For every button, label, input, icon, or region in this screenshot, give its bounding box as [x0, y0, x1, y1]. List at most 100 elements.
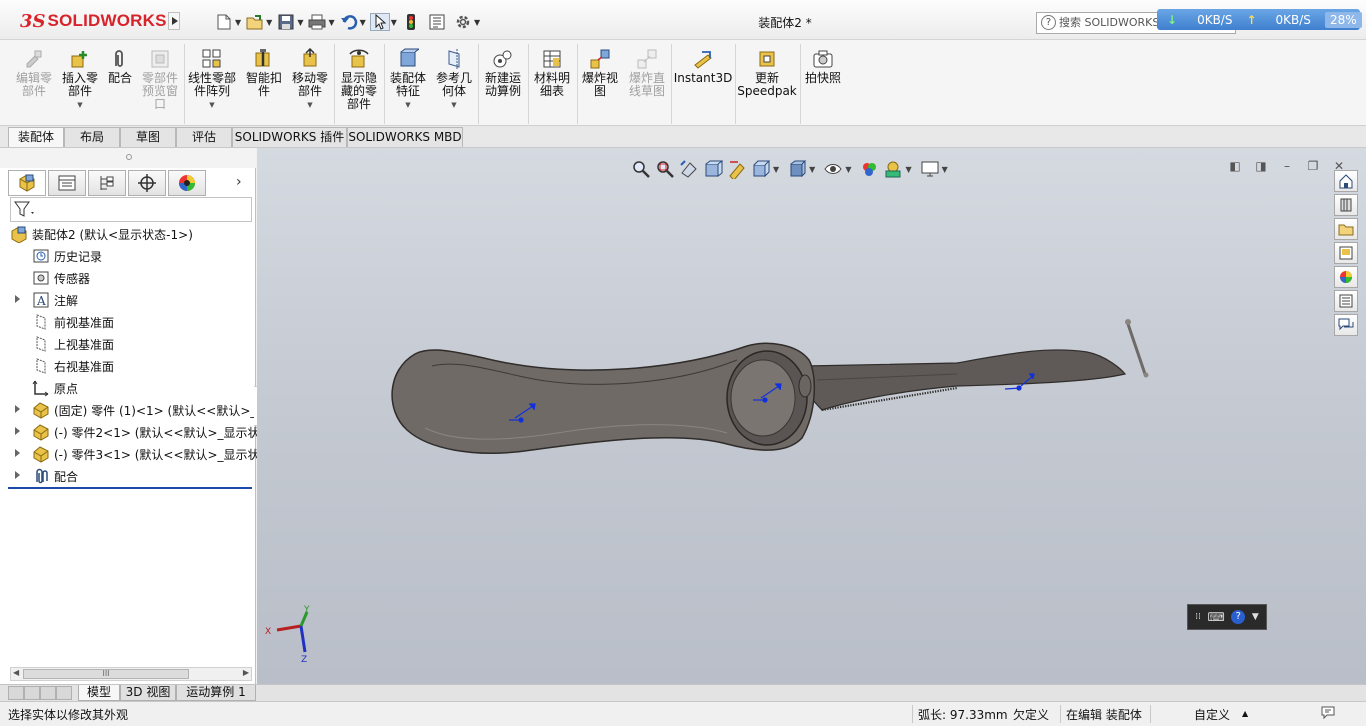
next-tab-icon[interactable] — [40, 686, 56, 700]
tree-item-right-plane[interactable]: 右视基准面 — [32, 356, 114, 376]
explode-line-sketch-button[interactable]: 爆炸直线草图 — [626, 48, 668, 98]
open-dropdown-icon[interactable]: ▼ — [266, 18, 272, 27]
move-component-button[interactable]: 移动零部件 ▼ — [290, 48, 330, 112]
tab-motion-study-1[interactable]: 运动算例 1 — [176, 685, 256, 701]
last-tab-icon[interactable] — [56, 686, 72, 700]
assembly-features-dropdown-icon[interactable]: ▼ — [405, 99, 410, 112]
select-dropdown-icon[interactable]: ▼ — [391, 18, 397, 27]
tab-3d-views[interactable]: 3D 视图 — [120, 685, 176, 701]
scroll-left-icon[interactable]: ◀ — [13, 668, 19, 677]
network-speed-widget[interactable]: ↓ 0KB/S ↑ 0KB/S 28% — [1157, 9, 1362, 30]
tree-item-part2[interactable]: (-) 零件2<1> (默认<<默认>_显示状 — [32, 422, 260, 442]
chevron-right-icon[interactable]: › — [236, 174, 242, 190]
print-icon[interactable] — [307, 13, 327, 31]
toolbar-dropdown-icon[interactable]: ▼ — [1252, 612, 1259, 622]
tab-assembly[interactable]: 装配体 — [8, 127, 64, 147]
scroll-right-icon[interactable]: ▶ — [243, 668, 249, 677]
tree-item-mates[interactable]: 配合 — [32, 466, 78, 486]
expand-part3-icon[interactable] — [14, 448, 22, 458]
linear-pattern-dropdown-icon[interactable]: ▼ — [209, 99, 214, 112]
save-icon[interactable] — [276, 13, 296, 31]
panel-splitter[interactable] — [0, 148, 256, 168]
save-dropdown-icon[interactable]: ▼ — [297, 18, 303, 27]
appearances-scenes-icon[interactable] — [1334, 266, 1358, 288]
new-motion-study-button[interactable]: 新建运动算例 — [481, 48, 525, 98]
select-cursor-icon[interactable] — [369, 13, 390, 31]
solidworks-resources-home-icon[interactable] — [1334, 170, 1358, 192]
tree-horizontal-scrollbar[interactable]: ◀ III ▶ — [10, 667, 252, 681]
tab-configuration-manager[interactable] — [88, 170, 126, 196]
tab-feature-manager[interactable] — [8, 170, 46, 196]
first-tab-icon[interactable] — [8, 686, 24, 700]
insert-dropdown-icon[interactable]: ▼ — [77, 99, 82, 112]
mate-button[interactable]: 配合 — [104, 48, 136, 85]
design-library-icon[interactable] — [1334, 194, 1358, 216]
exploded-view-button[interactable]: 爆炸视图 — [580, 48, 620, 98]
new-dropdown-icon[interactable]: ▼ — [235, 18, 241, 27]
expand-annotations-icon[interactable] — [14, 294, 22, 304]
file-properties-icon[interactable] — [427, 13, 447, 31]
expand-part2-icon[interactable] — [14, 426, 22, 436]
tree-item-front-plane[interactable]: 前视基准面 — [32, 312, 114, 332]
undo-icon[interactable] — [339, 13, 359, 31]
solidworks-forum-icon[interactable] — [1334, 314, 1358, 336]
tab-solidworks-addins[interactable]: SOLIDWORKS 插件 — [232, 127, 347, 147]
tree-item-top-plane[interactable]: 上视基准面 — [32, 334, 114, 354]
file-explorer-icon[interactable] — [1334, 218, 1358, 240]
options-dropdown-icon[interactable]: ▼ — [474, 18, 480, 27]
quick-tips-icon[interactable] — [1320, 704, 1338, 725]
assembly-features-button[interactable]: 装配体特征 ▼ — [386, 48, 430, 112]
units-dropdown-icon[interactable]: ▲ — [1242, 709, 1248, 718]
tree-item-sensors[interactable]: 传感器 — [32, 268, 90, 288]
edit-component-button[interactable]: 编辑零部件 — [14, 48, 54, 98]
undo-dropdown-icon[interactable]: ▼ — [360, 18, 366, 27]
tab-property-manager[interactable] — [48, 170, 86, 196]
show-hidden-components-button[interactable]: 显示隐藏的零部件 — [338, 48, 380, 111]
blade-part[interactable] — [804, 349, 1127, 411]
tab-evaluate[interactable]: 评估 — [176, 127, 232, 147]
expand-part1-icon[interactable] — [14, 404, 22, 414]
tree-item-annotations[interactable]: A 注解 — [32, 290, 78, 310]
instant3d-button[interactable]: Instant3D — [674, 48, 732, 85]
update-speedpak-button[interactable]: 更新Speedpak — [737, 48, 797, 98]
tab-model[interactable]: 模型 — [78, 685, 120, 701]
print-dropdown-icon[interactable]: ▼ — [328, 18, 334, 27]
custom-properties-icon[interactable] — [1334, 290, 1358, 312]
tree-item-part3[interactable]: (-) 零件3<1> (默认<<默认>_显示状 — [32, 444, 260, 464]
new-document-icon[interactable] — [214, 13, 234, 31]
tree-item-history[interactable]: 历史记录 — [32, 246, 102, 266]
tree-item-part1[interactable]: (固定) 零件 (1)<1> (默认<<默认>_显 — [32, 400, 268, 420]
tab-sketch[interactable]: 草图 — [120, 127, 176, 147]
view-palette-icon[interactable] — [1334, 242, 1358, 264]
graphics-area[interactable]: ▼ ▼ ▼ ▼ ▼ ◧ ◨ – ❐ ✕ X Y Z ⁞⁞ ⌨ ? ▼ — [257, 148, 1366, 684]
rollback-bar[interactable] — [8, 487, 252, 489]
tree-item-origin[interactable]: 原点 — [32, 378, 78, 398]
grip-icon[interactable]: ⁞⁞ — [1195, 612, 1201, 622]
status-units[interactable]: 自定义 — [1194, 706, 1230, 723]
reference-geometry-button[interactable]: 参考几何体 ▼ — [433, 48, 475, 112]
take-snapshot-button[interactable]: 拍快照 — [803, 48, 843, 85]
menu-expand-arrow[interactable] — [168, 12, 180, 30]
smart-fasteners-button[interactable]: 智能扣件 — [244, 48, 284, 98]
tree-filter[interactable] — [10, 197, 252, 222]
bill-of-materials-button[interactable]: 材料明细表 — [531, 48, 573, 98]
move-component-dropdown-icon[interactable]: ▼ — [307, 99, 312, 112]
tree-root-assembly[interactable]: 装配体2 (默认<显示状态-1>) — [10, 224, 193, 244]
insert-components-button[interactable]: 插入零部件 ▼ — [60, 48, 100, 112]
linear-pattern-button[interactable]: 线性零部件阵列 ▼ — [186, 48, 238, 112]
solidworks-logo[interactable]: 3S SOLIDWORKS — [20, 9, 167, 33]
tab-display-manager[interactable] — [168, 170, 206, 196]
tab-layout[interactable]: 布局 — [64, 127, 120, 147]
open-document-icon[interactable] — [245, 13, 265, 31]
scrollbar-thumb[interactable]: III — [23, 669, 189, 679]
pin-part[interactable] — [1126, 323, 1147, 375]
tab-solidworks-mbd[interactable]: SOLIDWORKS MBD — [347, 127, 463, 147]
keyboard-icon[interactable]: ⌨ — [1207, 610, 1224, 624]
expand-mates-icon[interactable] — [14, 470, 22, 480]
tab-dimxpert-manager[interactable] — [128, 170, 166, 196]
help-icon[interactable]: ? — [1231, 610, 1246, 624]
component-preview-button[interactable]: 零部件预览窗口 — [140, 48, 180, 111]
previous-tab-icon[interactable] — [24, 686, 40, 700]
rebuild-traffic-light-icon[interactable] — [401, 13, 421, 31]
options-gear-icon[interactable] — [453, 13, 473, 31]
